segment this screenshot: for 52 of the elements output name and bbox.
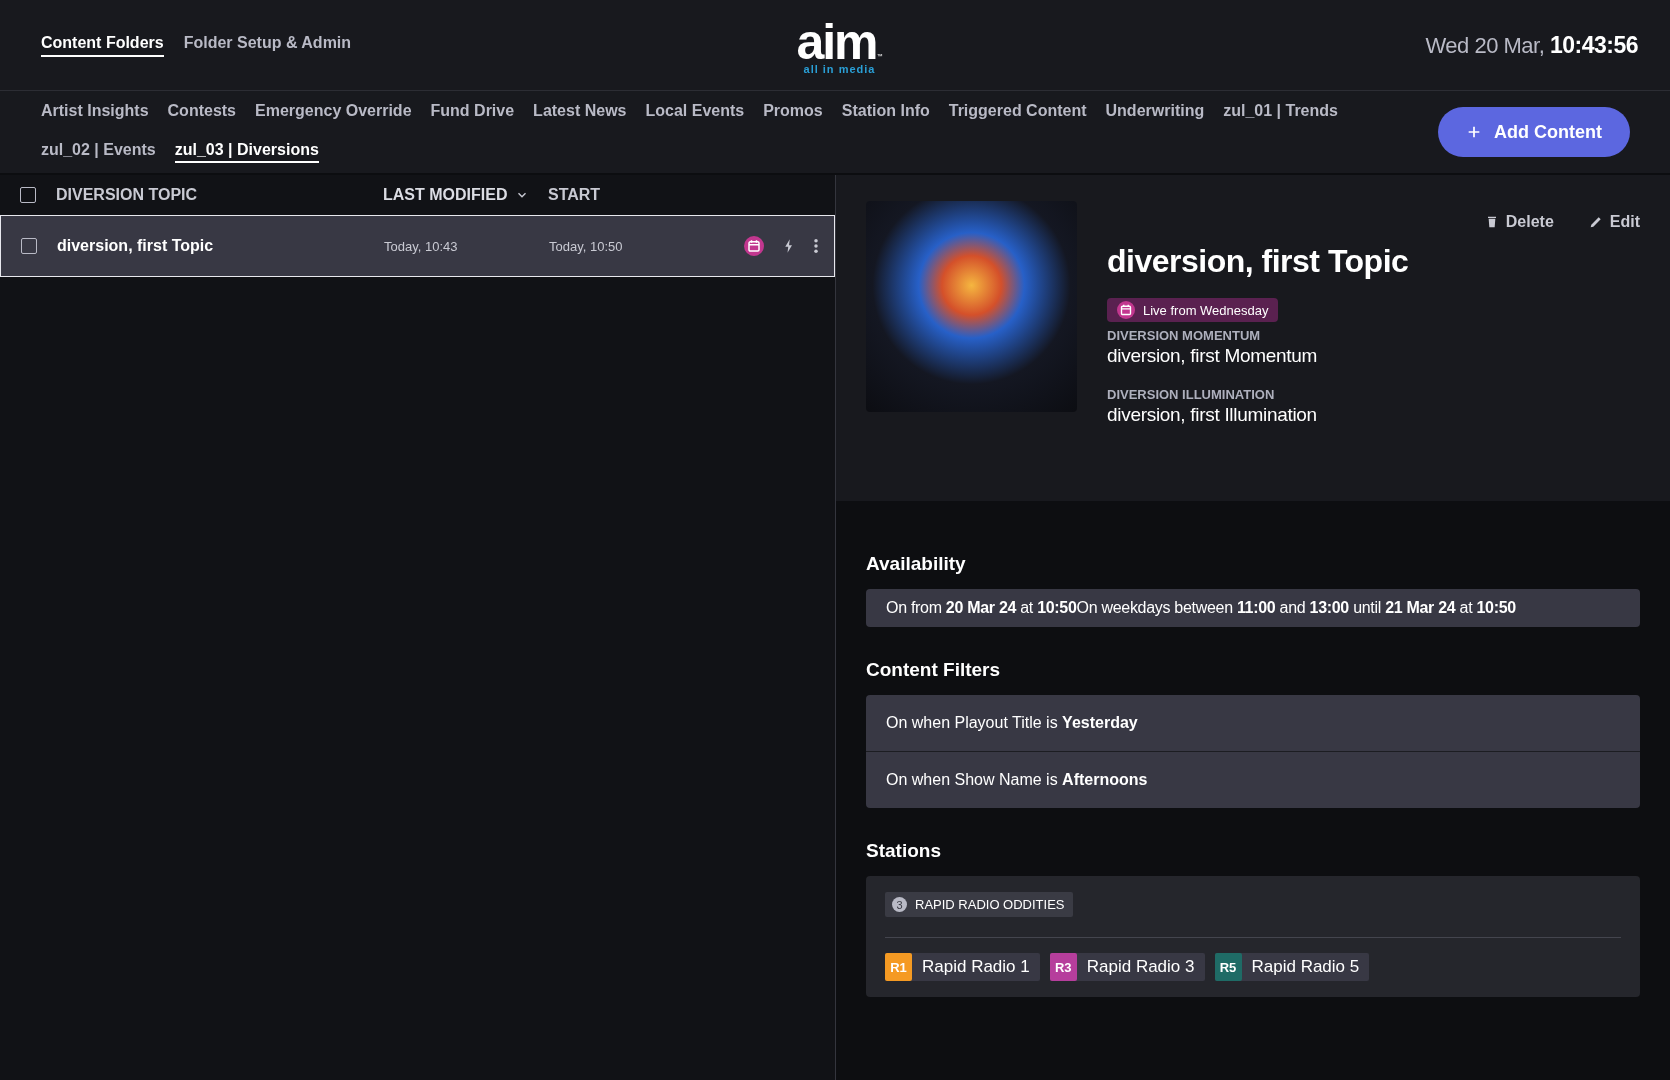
field-value: diversion, first Illumination [1107, 404, 1317, 426]
folder-tab[interactable]: Triggered Content [948, 101, 1087, 124]
modified-date: Today, 10:43 [384, 238, 458, 254]
start-date: Today, 10:50 [549, 238, 623, 254]
folder-tab[interactable]: Station Info [841, 101, 930, 124]
checkbox[interactable] [21, 238, 37, 254]
folder-tab[interactable]: Contests [167, 101, 236, 124]
station-logo: R3 [1049, 953, 1077, 981]
delete-button[interactable]: Delete [1483, 213, 1554, 231]
column-header[interactable]: START [548, 186, 601, 204]
count-badge: 3 [892, 897, 907, 912]
station-chip: R1 Rapid Radio 1 [885, 953, 1040, 981]
column-header[interactable]: DIVERSION TOPIC [56, 186, 198, 204]
station-chip: R3 Rapid Radio 3 [1049, 953, 1205, 981]
add-content-button[interactable]: Add Content [1438, 107, 1630, 157]
folder-tab[interactable]: Artist Insights [41, 101, 149, 124]
nav-tab[interactable]: Folder Setup & Admin [183, 33, 352, 57]
folder-tab[interactable]: zul_01 | Trends [1223, 101, 1338, 124]
filter-rule: On when Show Name is Afternoons [885, 770, 1149, 790]
calendar-icon [1117, 301, 1135, 319]
folder-tab[interactable]: Underwriting [1105, 101, 1205, 124]
section-heading: Content Filters [866, 659, 1002, 681]
field-value: diversion, first Momentum [1107, 345, 1317, 367]
plus-icon [1466, 124, 1482, 140]
edit-button[interactable]: Edit [1587, 213, 1640, 231]
station-chip: R5 Rapid Radio 5 [1214, 953, 1370, 981]
more-options-icon [814, 239, 818, 253]
folder-tab[interactable]: zul_03 | Diversions [174, 140, 319, 163]
topic-title: diversion, first Topic [1107, 243, 1409, 280]
checkbox[interactable] [20, 187, 36, 203]
folder-tab[interactable]: Promos [763, 101, 823, 124]
section-heading: Availability [866, 553, 967, 575]
station-group-tag: 3 RAPID RADIO ODDITIES [885, 892, 1073, 917]
section-heading: Stations [866, 840, 942, 862]
topic-name: diversion, first Topic [57, 237, 214, 255]
folder-tab[interactable]: Emergency Override [255, 101, 412, 124]
calendar-icon [744, 236, 764, 256]
availability-text: On from 20 Mar 24 at 10:50On weekdays between 11:00 and 13:00 until 21 Mar 24 at 10:50 [866, 589, 1640, 627]
column-header[interactable]: LAST MODIFIED [383, 186, 508, 204]
nav-tab[interactable]: Content Folders [41, 33, 164, 57]
date-time: Wed 20 Mar, 10:43:56 [1425, 32, 1638, 58]
station-logo: R5 [1214, 953, 1242, 981]
folder-tab[interactable]: zul_02 | Events [41, 140, 156, 163]
field-label: DIVERSION ILLUMINATION [1107, 387, 1276, 402]
table-row[interactable]: diversion, first Topic Today, 10:43 Today, 10:50 [0, 215, 835, 277]
status-badge: Live from Wednesday [1107, 298, 1278, 322]
folder-tab[interactable]: Latest News [533, 101, 627, 124]
station-logo: R1 [885, 953, 912, 981]
folder-tab[interactable]: Fund Drive [430, 101, 515, 124]
field-label: DIVERSION MOMENTUM [1107, 328, 1262, 343]
filter-rule: On when Playout Title is Yesterday [866, 695, 1640, 752]
folder-tab[interactable]: Local Events [645, 101, 745, 124]
